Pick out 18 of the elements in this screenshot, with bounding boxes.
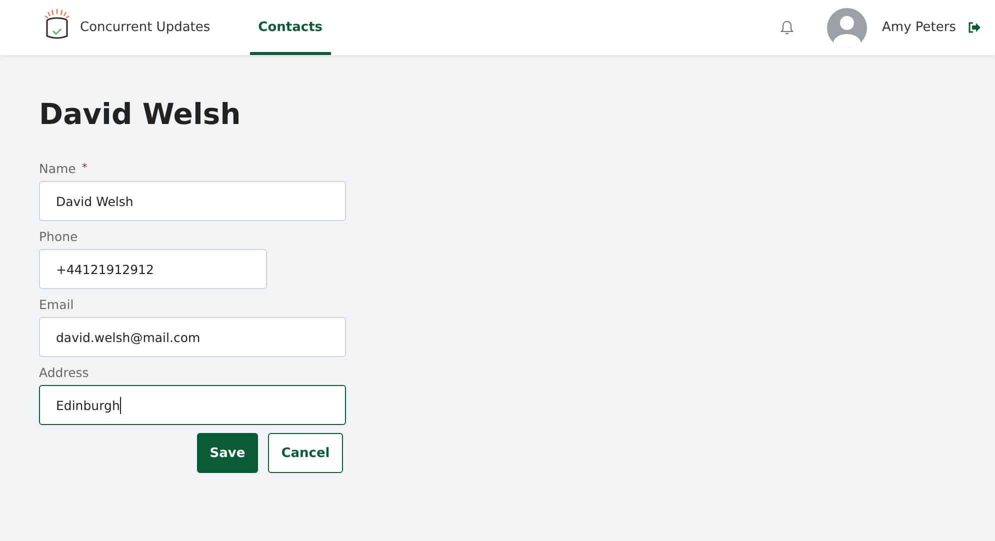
input-field[interactable]: david.welsh@mail.com bbox=[39, 317, 346, 357]
field-label: Phone bbox=[39, 229, 78, 244]
input-field[interactable]: David Welsh bbox=[39, 181, 346, 221]
input-field[interactable]: Edinburgh bbox=[39, 385, 346, 425]
logout-icon[interactable] bbox=[968, 22, 981, 33]
page-title: David Welsh bbox=[39, 97, 242, 131]
input-field[interactable]: +44121912912 bbox=[39, 249, 267, 289]
field-label: Address bbox=[39, 365, 89, 380]
avatar-icon[interactable] bbox=[826, 6, 868, 48]
save-button[interactable]: Save bbox=[197, 433, 258, 473]
user-name[interactable]: Amy Peters bbox=[882, 20, 956, 35]
required-mark: * bbox=[82, 161, 88, 176]
field-label: Name bbox=[39, 161, 76, 176]
cancel-button[interactable]: Cancel bbox=[268, 433, 343, 473]
field-label: Email bbox=[39, 297, 74, 312]
nav-tab[interactable]: Contacts bbox=[250, 0, 331, 55]
app-name[interactable]: Concurrent Updates bbox=[80, 20, 210, 35]
bell-icon[interactable] bbox=[780, 20, 794, 35]
